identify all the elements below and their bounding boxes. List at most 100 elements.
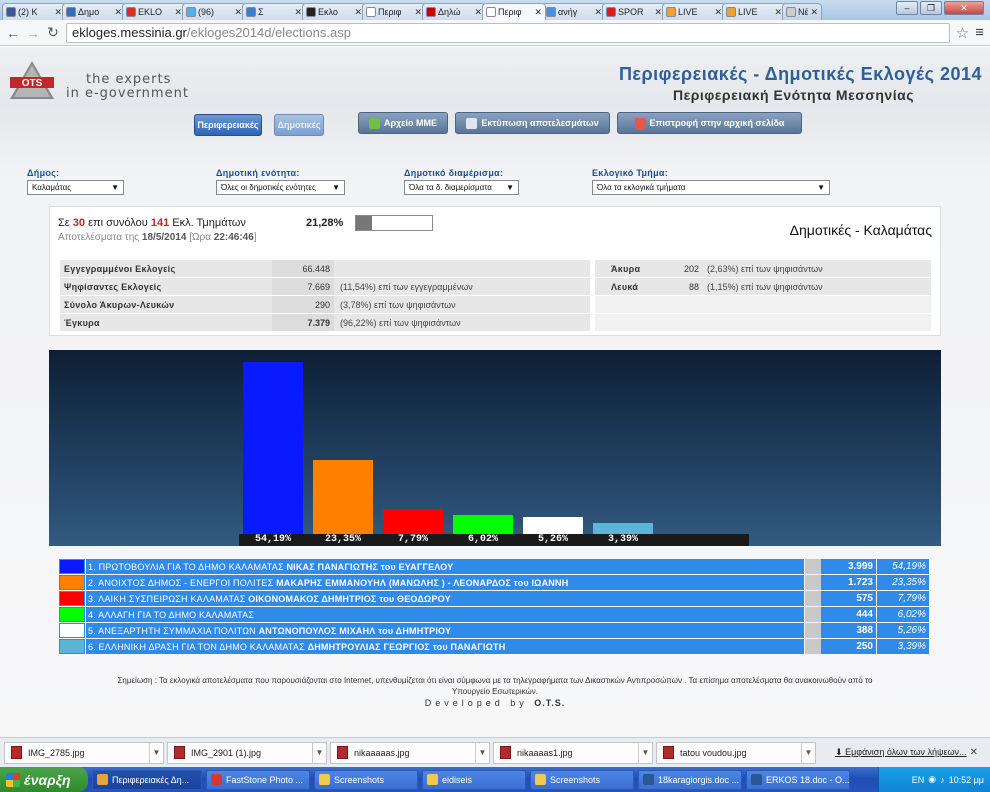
browser-tab[interactable]: Σ ✕ <box>242 3 306 20</box>
bookmark-star-icon[interactable]: ☆ <box>956 24 969 42</box>
download-item[interactable]: IMG_2901 (1).jpg ▼ <box>167 741 327 764</box>
tab-close-icon[interactable]: ✕ <box>474 7 482 18</box>
tab-close-icon[interactable]: ✕ <box>774 7 782 18</box>
close-window-button[interactable]: ✕ <box>944 1 984 15</box>
chevron-down-icon[interactable]: ▼ <box>638 742 652 763</box>
chevron-down-icon[interactable]: ▼ <box>801 742 815 763</box>
tab-close-icon[interactable]: ✕ <box>54 7 62 18</box>
maximize-button[interactable]: ❐ <box>920 1 942 15</box>
tab-favicon-icon <box>426 7 436 17</box>
municipal-button[interactable]: Δημοτικές <box>274 114 324 136</box>
download-item[interactable]: tatou voudou.jpg ▼ <box>656 741 816 764</box>
tab-close-icon[interactable]: ✕ <box>114 7 122 18</box>
download-item[interactable]: nikaaaaas.jpg ▼ <box>330 741 490 764</box>
chevron-down-icon[interactable]: ▼ <box>475 742 489 763</box>
browser-tab[interactable]: (2) K ✕ <box>2 3 66 20</box>
chevron-down-icon: ▼ <box>506 183 514 192</box>
start-label: έναρξη <box>24 771 71 788</box>
chart-bar <box>523 517 583 534</box>
taskbar-item[interactable]: Screenshots <box>314 769 418 790</box>
browser-tab[interactable]: Περιφ ✕ <box>482 3 546 20</box>
network-icon[interactable]: ◉ <box>928 774 936 785</box>
taskbar-item[interactable]: 18karagiorgis.doc ... <box>638 769 742 790</box>
browser-tab[interactable]: LIVE ✕ <box>662 3 726 20</box>
address-bar: ← → ↻ ekloges.messinia.gr/ekloges2014d/e… <box>0 20 990 46</box>
tmima-label: Εκλογικό Τμήμα: <box>592 168 669 178</box>
print-results-button[interactable]: Εκτύπωση αποτελεσμάτων <box>455 112 610 134</box>
download-item[interactable]: nikaaaas1.jpg ▼ <box>493 741 653 764</box>
chevron-down-icon[interactable]: ▼ <box>149 742 163 763</box>
browser-tab[interactable]: (96) ✕ <box>182 3 246 20</box>
taskbar-item-label: Screenshots <box>550 774 601 785</box>
language-indicator[interactable]: EN <box>912 775 925 785</box>
image-file-icon <box>337 746 348 759</box>
browser-tab[interactable]: Νέα καρ✕ <box>782 3 822 20</box>
windows-flag-icon <box>6 772 20 787</box>
tab-close-icon[interactable]: ✕ <box>294 7 302 18</box>
tab-favicon-icon <box>186 7 196 17</box>
home-button[interactable]: Επιστροφή στην αρχική σελίδα <box>617 112 802 134</box>
close-downloads-icon[interactable]: ✕ <box>970 747 978 758</box>
taskbar-app-icon <box>751 774 762 785</box>
taskbar-item-label: eidiseis <box>442 774 473 785</box>
tab-title: Περιφ <box>378 7 402 17</box>
tmima-select[interactable]: Όλα τα εκλογικά τμήματα ▼ <box>592 180 830 195</box>
candidate-percent: 6,02% <box>877 607 929 622</box>
system-tray: EN ◉ ♪ 10:52 μμ <box>878 767 990 792</box>
tab-close-icon[interactable]: ✕ <box>414 7 422 18</box>
browser-tab[interactable]: SPOR ✕ <box>602 3 666 20</box>
enotita-label: Δημοτική ενότητα: <box>216 168 300 178</box>
developer-link[interactable]: O.T.S. <box>534 698 565 708</box>
regional-button[interactable]: Περιφερειακές <box>194 114 262 136</box>
tab-close-icon[interactable]: ✕ <box>534 7 542 18</box>
tab-close-icon[interactable]: ✕ <box>810 7 818 18</box>
taskbar-item-label: Περιφερειακές Δη... <box>112 774 190 785</box>
page-subtitle: Περιφερειακή Ενότητα Μεσσηνίας <box>672 87 914 103</box>
download-filename: IMG_2785.jpg <box>28 747 85 758</box>
tab-close-icon[interactable]: ✕ <box>594 7 602 18</box>
browser-tab[interactable]: Δηλώ ✕ <box>422 3 486 20</box>
taskbar-item[interactable]: ERKOS 18.doc - O... <box>746 769 850 790</box>
download-item[interactable]: IMG_2785.jpg ▼ <box>4 741 164 764</box>
tab-favicon-icon <box>786 7 796 17</box>
browser-tab[interactable]: Εκλο ✕ <box>302 3 366 20</box>
diamerisma-select-value: Όλα τα δ. διαμερίσματα <box>409 183 492 192</box>
chart-bar <box>313 460 373 534</box>
browser-tab[interactable]: Δημο ✕ <box>62 3 126 20</box>
taskbar-item[interactable]: eidiseis <box>422 769 526 790</box>
chart-data-label: 6,02% <box>467 534 498 545</box>
menu-icon[interactable]: ≡ <box>975 24 984 41</box>
browser-tab[interactable]: ανήγ ✕ <box>542 3 606 20</box>
back-icon[interactable]: ← <box>6 25 20 41</box>
tab-close-icon[interactable]: ✕ <box>714 7 722 18</box>
taskbar-item[interactable]: Περιφερειακές Δη... <box>92 769 202 790</box>
taskbar-item[interactable]: FastStone Photo ... <box>206 769 310 790</box>
chart-data-label: 5,26% <box>537 534 568 545</box>
browser-tab[interactable]: LIVE ✕ <box>722 3 786 20</box>
chevron-down-icon[interactable]: ▼ <box>312 742 326 763</box>
clock[interactable]: 10:52 μμ <box>949 775 984 785</box>
start-button[interactable]: έναρξη <box>0 767 88 792</box>
forward-icon[interactable]: → <box>26 25 40 41</box>
tab-close-icon[interactable]: ✕ <box>654 7 662 18</box>
tab-close-icon[interactable]: ✕ <box>234 7 242 18</box>
party-color-swatch <box>59 591 85 606</box>
diamerisma-select[interactable]: Όλα τα δ. διαμερίσματα ▼ <box>404 180 519 195</box>
show-all-downloads-link[interactable]: ⬇ Εμφάνιση όλων των λήψεων... <box>835 747 967 758</box>
results-date: Αποτελέσματα της 18/5/2014 [Ώρα 22:46:46… <box>58 232 257 243</box>
taskbar-item[interactable]: Screenshots <box>530 769 634 790</box>
browser-tab[interactable]: EKLO ✕ <box>122 3 186 20</box>
taskbar-app-icon <box>427 774 438 785</box>
reload-icon[interactable]: ↻ <box>46 24 60 41</box>
dimos-select[interactable]: Καλαμάτας ▼ <box>27 180 124 195</box>
volume-icon[interactable]: ♪ <box>940 775 945 785</box>
media-file-button[interactable]: Αρχείο ΜΜΕ <box>358 112 448 134</box>
browser-tab[interactable]: Περιφ ✕ <box>362 3 426 20</box>
candidate-votes: 3.999 <box>821 559 876 574</box>
url-field[interactable]: ekloges.messinia.gr/ekloges2014d/electio… <box>66 22 950 43</box>
tab-close-icon[interactable]: ✕ <box>174 7 182 18</box>
media-file-label: Αρχείο ΜΜΕ <box>383 118 437 128</box>
tab-close-icon[interactable]: ✕ <box>354 7 362 18</box>
enotita-select[interactable]: Όλες οι δημοτικές ενότητες ▼ <box>216 180 345 195</box>
minimize-button[interactable]: – <box>896 1 918 15</box>
